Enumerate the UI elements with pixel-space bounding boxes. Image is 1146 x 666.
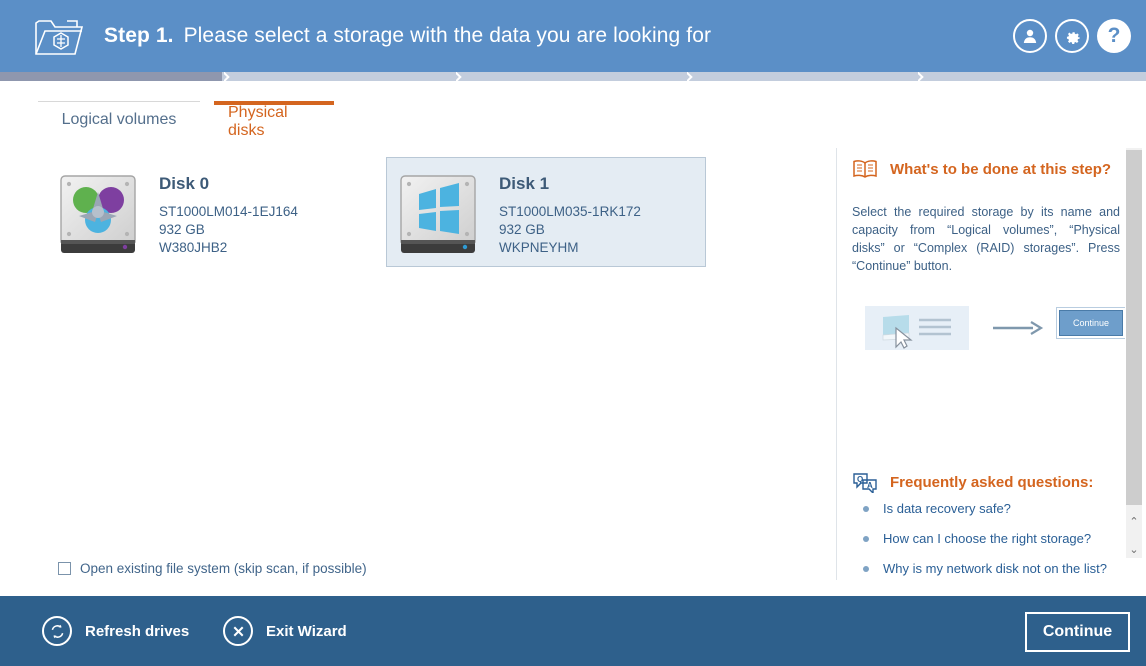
- open-book-icon: [853, 160, 877, 178]
- storage-list: Disk 0 ST1000LM014-1EJ164 932 GB W380JHB…: [0, 141, 836, 596]
- wizard-progress-bar: [0, 72, 1146, 81]
- progress-notch: [224, 72, 233, 81]
- close-x-glyph: [233, 626, 243, 636]
- faq-item-2[interactable]: Why is my network disk not on the list?: [863, 561, 1123, 576]
- gear-icon[interactable]: [1055, 19, 1089, 53]
- disk-item-1-serial: WKPNEYHM: [499, 240, 579, 255]
- tab-logical-volumes-label: Logical volumes: [61, 111, 177, 128]
- scroll-down-glyph: ⌄: [1129, 543, 1139, 556]
- continue-button-label: Continue: [1042, 623, 1113, 640]
- disk-item-1-capacity: 932 GB: [499, 222, 545, 237]
- help-glyph: ?: [1107, 24, 1121, 47]
- storage-type-tabs: Logical volumes Physical disks: [0, 101, 836, 141]
- whats-to-be-done-heading: What's to be done at this step?: [852, 158, 1111, 180]
- refresh-drives-button[interactable]: Refresh drives: [42, 613, 189, 649]
- disk-item-0-serial: W380JHB2: [159, 240, 228, 255]
- whats-to-be-done-heading-text: What's to be done at this step?: [890, 160, 1112, 178]
- bullet-icon: [863, 565, 869, 572]
- gear-glyph: [1066, 31, 1080, 44]
- open-existing-fs-checkbox[interactable]: Open existing file system (skip scan, if…: [58, 561, 367, 576]
- checkbox-box[interactable]: [58, 562, 71, 575]
- faq-heading-text: Frequently asked questions:: [890, 473, 1094, 491]
- disk-item-1-model: ST1000LM035-1RK172: [499, 204, 641, 219]
- continue-button[interactable]: Continue: [1025, 612, 1130, 652]
- disk-item-0[interactable]: Disk 0 ST1000LM014-1EJ164 932 GB W380JHB…: [46, 157, 366, 267]
- app-header: Step 1. Please select a storage with the…: [0, 0, 1146, 72]
- disk-item-0-capacity: 932 GB: [159, 222, 205, 237]
- disk-item-1[interactable]: Disk 1 ST1000LM035-1RK172 932 GB WKPNEYH…: [386, 157, 706, 267]
- faq-heading: Q A Frequently asked questions:: [852, 471, 1093, 493]
- panel-scrollbar-thumb[interactable]: [1126, 150, 1142, 505]
- step-label: Step 1.: [104, 24, 174, 47]
- refresh-drives-label: Refresh drives: [85, 622, 190, 640]
- hard-disk-linux-icon: [60, 175, 136, 253]
- disk-item-0-details: Disk 0 ST1000LM014-1EJ164 932 GB W380JHB…: [159, 174, 298, 257]
- faq-list: Is data recovery safe? How can I choose …: [863, 501, 1123, 591]
- user-glyph: [1023, 29, 1037, 43]
- disk-item-0-title: Disk 0: [159, 174, 210, 193]
- illustration-continue-label: Continue: [1072, 318, 1110, 328]
- illustration-graphics: [882, 315, 951, 349]
- footer-bar: Refresh drives Exit Wizard: [0, 596, 1146, 666]
- bullet-icon: [863, 505, 869, 512]
- exit-wizard-label: Exit Wizard: [266, 622, 347, 640]
- disk-item-0-model: ST1000LM014-1EJ164: [159, 204, 298, 219]
- step-description: Please select a storage with the data yo…: [183, 24, 712, 47]
- scroll-up-arrow-icon[interactable]: ⌃: [1126, 508, 1142, 534]
- disk-item-1-title: Disk 1: [499, 174, 550, 193]
- scroll-up-glyph: ⌃: [1129, 515, 1139, 528]
- faq-item-1-label: How can I choose the right storage?: [883, 531, 1092, 546]
- exit-wizard-button[interactable]: Exit Wizard: [223, 613, 347, 649]
- help-icon[interactable]: ?: [1097, 19, 1131, 53]
- whats-to-be-done-body: Select the required storage by its name …: [852, 205, 1120, 273]
- close-x-icon: [223, 616, 253, 646]
- tab-logical-volumes[interactable]: Logical volumes: [38, 101, 200, 138]
- page-title: Step 1. Please select a storage with the…: [104, 0, 711, 72]
- faq-item-1[interactable]: How can I choose the right storage?: [863, 531, 1123, 546]
- user-icon[interactable]: [1013, 19, 1047, 53]
- faq-item-0-label: Is data recovery safe?: [883, 501, 1011, 516]
- faq-item-2-label: Why is my network disk not on the list?: [883, 561, 1107, 576]
- faq-item-0[interactable]: Is data recovery safe?: [863, 501, 1123, 516]
- disk-item-1-details: Disk 1 ST1000LM035-1RK172 932 GB WKPNEYH…: [499, 174, 641, 257]
- illustration-storage-panel: [865, 306, 969, 350]
- refresh-glyph: [51, 624, 63, 638]
- svg-text:Q: Q: [857, 475, 863, 484]
- svg-text:A: A: [867, 481, 873, 490]
- question-answer-bubble-icon: Q A: [853, 473, 877, 493]
- tab-physical-disks-label: Physical disks: [228, 103, 288, 139]
- progress-fill: [0, 72, 222, 81]
- hard-disk-windows-icon: [400, 175, 476, 253]
- progress-notch: [456, 72, 465, 81]
- checkbox-label: Open existing file system (skip scan, if…: [80, 561, 367, 576]
- scroll-down-arrow-icon[interactable]: ⌄: [1126, 536, 1142, 562]
- refresh-icon: [42, 616, 72, 646]
- bullet-icon: [863, 535, 869, 542]
- step-illustration: Continue: [865, 306, 1123, 354]
- illustration-continue-button: Continue: [1059, 310, 1123, 336]
- help-side-panel: What's to be done at this step? Select t…: [837, 141, 1125, 596]
- tab-physical-disks[interactable]: Physical disks: [214, 101, 334, 139]
- progress-notch: [687, 72, 696, 81]
- arrow-right-icon: [993, 321, 1044, 335]
- folder-atom-logo-icon: [35, 20, 84, 55]
- progress-notch: [918, 72, 927, 81]
